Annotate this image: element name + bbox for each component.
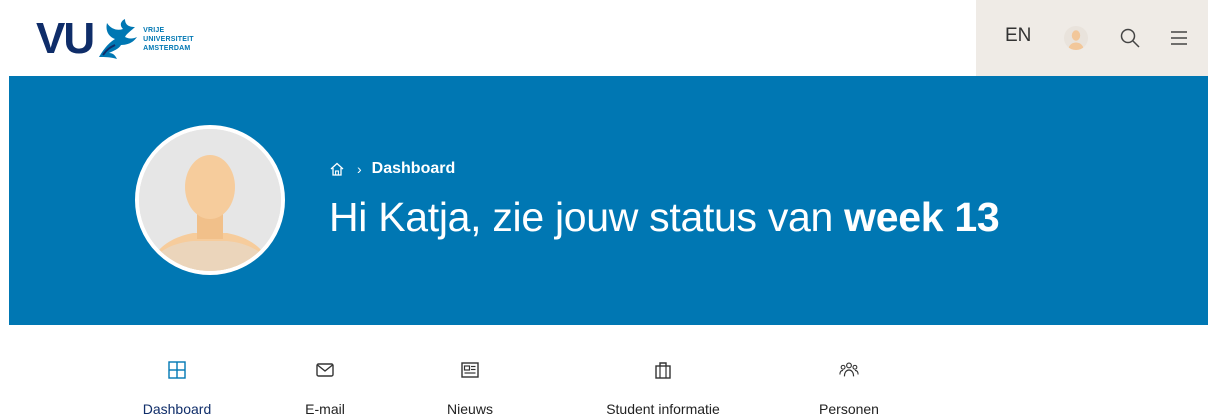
menu-icon[interactable] (1167, 26, 1191, 50)
breadcrumb-current: Dashboard (371, 160, 456, 177)
language-switch[interactable]: EN (1005, 25, 1031, 47)
nav-label: Dashboard (142, 401, 212, 417)
people-icon (839, 362, 859, 377)
logo-text: VRIJE UNIVERSITEIT AMSTERDAM (143, 26, 194, 53)
avatar-icon (1068, 30, 1084, 50)
chevron-right-icon: › (357, 161, 362, 177)
home-icon[interactable] (329, 161, 345, 177)
page-title: Hi Katja, zie jouw status van week 13 (329, 194, 1000, 241)
nav-label: E-mail (305, 401, 345, 417)
dashboard-nav: Dashboard E-mail Nieuws Student informat… (0, 360, 1208, 419)
griffin-icon (99, 19, 138, 59)
briefcase-icon (655, 362, 671, 379)
newspaper-icon (461, 362, 479, 378)
logo-text-line: UNIVERSITEIT (143, 35, 194, 43)
breadcrumb: › Dashboard (329, 160, 455, 178)
grid-icon (168, 361, 186, 379)
logo-wordmark: VU (36, 14, 95, 63)
mail-icon (316, 363, 334, 377)
nav-item-nieuws[interactable]: Nieuws (440, 360, 500, 417)
nav-label: Nieuws (447, 401, 493, 417)
logo-text-line: VRIJE (143, 26, 165, 34)
nav-label: Student informatie (606, 401, 720, 417)
top-bar: VU VRIJE UNIVERSITEIT AMSTERDAM EN (0, 0, 1208, 76)
logo-text-line: AMSTERDAM (143, 44, 191, 52)
header-actions: EN (976, 0, 1208, 76)
greeting-text: Hi Katja, zie jouw status van (329, 194, 845, 240)
profile-avatar (135, 125, 285, 275)
nav-item-email[interactable]: E-mail (296, 360, 354, 417)
search-icon[interactable] (1118, 26, 1142, 50)
nav-label: Personen (819, 401, 879, 417)
nav-item-dashboard[interactable]: Dashboard (136, 360, 218, 417)
person-silhouette-icon (139, 129, 281, 271)
week-highlight: week 13 (844, 194, 1000, 240)
nav-item-student-informatie[interactable]: Student informatie (588, 360, 738, 417)
user-avatar[interactable] (1064, 26, 1088, 50)
nav-item-personen[interactable]: Personen (814, 360, 884, 417)
vu-logo[interactable]: VU VRIJE UNIVERSITEIT AMSTERDAM (36, 14, 194, 64)
hero-banner: › Dashboard Hi Katja, zie jouw status va… (9, 76, 1208, 325)
